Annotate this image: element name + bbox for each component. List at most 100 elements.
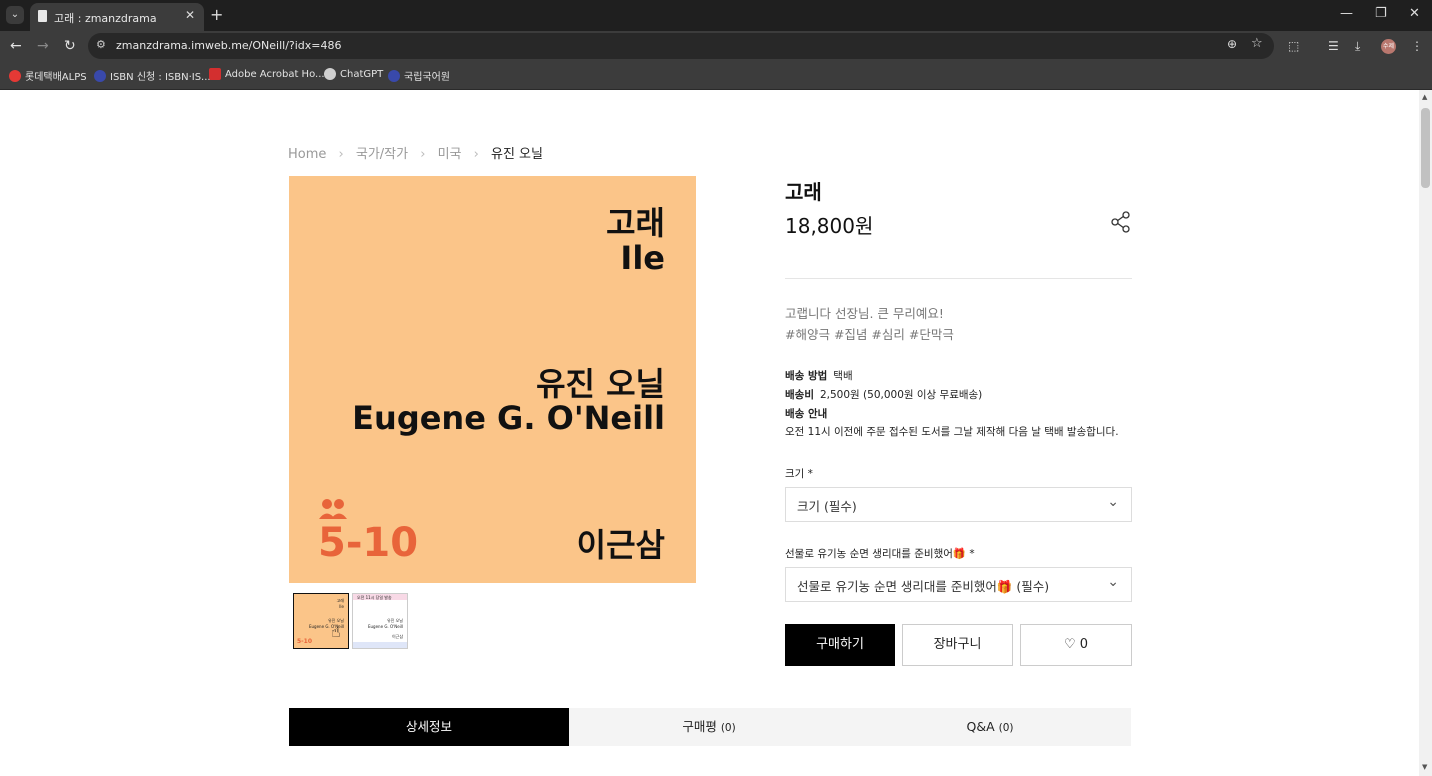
tab-reviews[interactable]: 구매평 (0) xyxy=(569,708,849,746)
forward-button[interactable]: → xyxy=(37,38,49,54)
downloads-icon[interactable]: ⤓ xyxy=(1355,39,1360,54)
wishlist-button[interactable]: ♡ 0 xyxy=(1020,624,1132,666)
option-size-select[interactable]: 크기 (필수) ⌄ xyxy=(785,487,1132,522)
acrobat-icon xyxy=(209,68,221,80)
option-size-value: 크기 (필수) xyxy=(797,499,857,514)
bookmark-label: ISBN 신청 : ISBN·IS... xyxy=(110,72,211,83)
zoom-icon[interactable]: ⊕ xyxy=(1227,37,1237,51)
scroll-down-arrow[interactable]: ▼ xyxy=(1422,763,1427,771)
tab-count: (0) xyxy=(720,722,736,734)
page-viewport: Home › 국가/작가 › 미국 › 유진 오닐 고래 Ile 유진 오닐 E… xyxy=(0,90,1419,776)
shipping-fee-value: 2,500원 (50,000원 이상 무료배송) xyxy=(819,389,983,401)
chatgpt-icon xyxy=(324,68,336,80)
breadcrumb-level1[interactable]: 국가/작가 xyxy=(356,147,408,162)
add-to-cart-button[interactable]: 장바구니 xyxy=(902,624,1013,666)
breadcrumb-level2[interactable]: 미국 xyxy=(438,147,462,162)
bookmark-label: Adobe Acrobat Ho... xyxy=(225,68,325,80)
browser-toolbar: ← → ↻ ⚙ zmanzdrama.imweb.me/ONeill/?idx=… xyxy=(0,31,1432,62)
divider xyxy=(785,278,1132,279)
extensions-icon[interactable]: ⬚ xyxy=(1288,39,1299,53)
bookmark-item[interactable]: 롯데택배ALPS xyxy=(9,68,87,83)
browser-tab-active[interactable]: 고래 : zmanzdrama ✕ xyxy=(30,3,204,31)
chevron-right-icon: › xyxy=(473,147,479,162)
share-icon[interactable] xyxy=(1110,211,1132,238)
product-tags: #해양극 #집념 #심리 #단막극 xyxy=(785,327,954,342)
option-gift-value: 선물로 유기농 순면 생리대를 준비했어🎁 (필수) xyxy=(797,579,1050,594)
option-gift-label: 선물로 유기농 순면 생리대를 준비했어🎁 * xyxy=(785,548,975,560)
tab-label: 구매평 xyxy=(682,719,717,734)
shipping-method-label: 배송 방법 xyxy=(785,370,828,382)
restore-button[interactable]: ❐ xyxy=(1375,6,1387,21)
buy-button[interactable]: 구매하기 xyxy=(785,624,895,666)
thumb-title-en: Ile xyxy=(339,604,344,609)
lotte-icon xyxy=(9,69,21,82)
tab-detail-info[interactable]: 상세정보 xyxy=(289,708,569,746)
tab-search-button[interactable]: ⌄ xyxy=(6,6,24,24)
menu-icon[interactable]: ⋮ xyxy=(1411,39,1423,53)
bookmark-item[interactable]: 국립국어원 xyxy=(388,68,450,83)
bookmark-item[interactable]: Adobe Acrobat Ho... xyxy=(209,68,325,80)
close-window-button[interactable]: ✕ xyxy=(1409,6,1420,21)
shipping-method-value: 택배 xyxy=(833,370,853,382)
shipping-guide-label: 배송 안내 xyxy=(785,408,828,420)
close-tab-icon[interactable]: ✕ xyxy=(185,8,195,22)
page-scrollbar[interactable]: ▲ ▼ xyxy=(1419,90,1432,776)
bookmark-label: 롯데택배ALPS xyxy=(25,72,87,83)
minimize-button[interactable]: — xyxy=(1340,6,1353,21)
address-bar[interactable]: ⚙ zmanzdrama.imweb.me/ONeill/?idx=486 ⊕ … xyxy=(88,33,1274,59)
profile-avatar[interactable]: 수제 xyxy=(1381,39,1396,54)
tab-label: 상세정보 xyxy=(405,719,452,734)
isbn-icon xyxy=(94,69,106,82)
product-price: 18,800원 xyxy=(785,214,874,238)
bookmark-label: ChatGPT xyxy=(340,68,384,80)
site-info-icon[interactable]: ⚙ xyxy=(96,38,106,51)
product-description: 고랩니다 선장님. 큰 무리예요! xyxy=(785,306,944,321)
thumb2-top-text: 오전 11시 당일 발송 xyxy=(357,595,392,600)
cover-title-en: Ile xyxy=(620,239,665,277)
thumb2-author-en: Eugene G. O'Neill xyxy=(367,624,403,629)
scrollbar-thumb[interactable] xyxy=(1421,108,1430,188)
chevron-right-icon: › xyxy=(338,147,344,162)
option-size-label: 크기 * xyxy=(785,468,813,480)
bookmark-star-icon[interactable]: ☆ xyxy=(1251,36,1263,51)
shipping-guide: 배송 안내 xyxy=(785,406,833,421)
bookmark-item[interactable]: ChatGPT xyxy=(324,68,383,80)
option-gift-select[interactable]: 선물로 유기농 순면 생리대를 준비했어🎁 (필수) ⌄ xyxy=(785,567,1132,602)
tab-label: Q&A xyxy=(966,719,995,734)
heart-icon: ♡ xyxy=(1063,637,1076,652)
shipping-fee: 배송비 2,500원 (50,000원 이상 무료배송) xyxy=(785,387,982,402)
product-title: 고래 xyxy=(785,180,822,204)
back-button[interactable]: ← xyxy=(10,38,22,54)
reading-list-icon[interactable]: ☰ xyxy=(1328,39,1339,53)
bookmark-item[interactable]: ISBN 신청 : ISBN·IS... xyxy=(94,68,211,83)
chevron-down-icon: ⌄ xyxy=(1107,574,1119,590)
scroll-up-arrow[interactable]: ▲ xyxy=(1422,93,1427,101)
thumb2-translator: 이근삼 xyxy=(391,634,403,639)
reload-button[interactable]: ↻ xyxy=(64,38,76,54)
bookmarks-bar: 롯데택배ALPS ISBN 신청 : ISBN·IS... Adobe Acro… xyxy=(0,62,1432,90)
product-main-image[interactable]: 고래 Ile 유진 오닐 Eugene G. O'Neill 5-10 이근삼 xyxy=(289,176,696,583)
mouse-cursor: ☝ xyxy=(331,622,341,641)
new-tab-button[interactable]: + xyxy=(210,5,223,24)
thumbnail-2[interactable]: 오전 11시 당일 발송 유진 오닐 Eugene G. O'Neill 이근삼 xyxy=(352,593,408,649)
thumb-cast: 5-10 xyxy=(297,638,313,645)
page-icon xyxy=(38,10,47,22)
like-count: 0 xyxy=(1079,637,1089,652)
shipping-guide-text: 오전 11시 이전에 주문 접수된 도서를 그날 제작해 다음 날 택배 발송합… xyxy=(785,426,1119,438)
cover-title-ko: 고래 xyxy=(606,204,665,242)
cover-cast-count: 5-10 xyxy=(318,520,419,566)
breadcrumb-current[interactable]: 유진 오닐 xyxy=(491,147,543,162)
shipping-method: 배송 방법 택배 xyxy=(785,368,853,383)
korean-institute-icon xyxy=(388,69,400,82)
tab-title: 고래 : zmanzdrama xyxy=(54,12,157,25)
shipping-fee-label: 배송비 xyxy=(785,389,814,401)
chevron-right-icon: › xyxy=(420,147,426,162)
tab-qna[interactable]: Q&A (0) xyxy=(849,708,1131,746)
breadcrumb-home[interactable]: Home xyxy=(288,147,326,162)
browser-titlebar: ⌄ 고래 : zmanzdrama ✕ + — ❐ ✕ xyxy=(0,0,1432,31)
bookmark-label: 국립국어원 xyxy=(404,72,450,83)
cover-translator: 이근삼 xyxy=(576,526,665,564)
tab-count: (0) xyxy=(998,722,1014,734)
thumb-bottom-band xyxy=(353,642,407,648)
url-text: zmanzdrama.imweb.me/ONeill/?idx=486 xyxy=(116,39,342,52)
